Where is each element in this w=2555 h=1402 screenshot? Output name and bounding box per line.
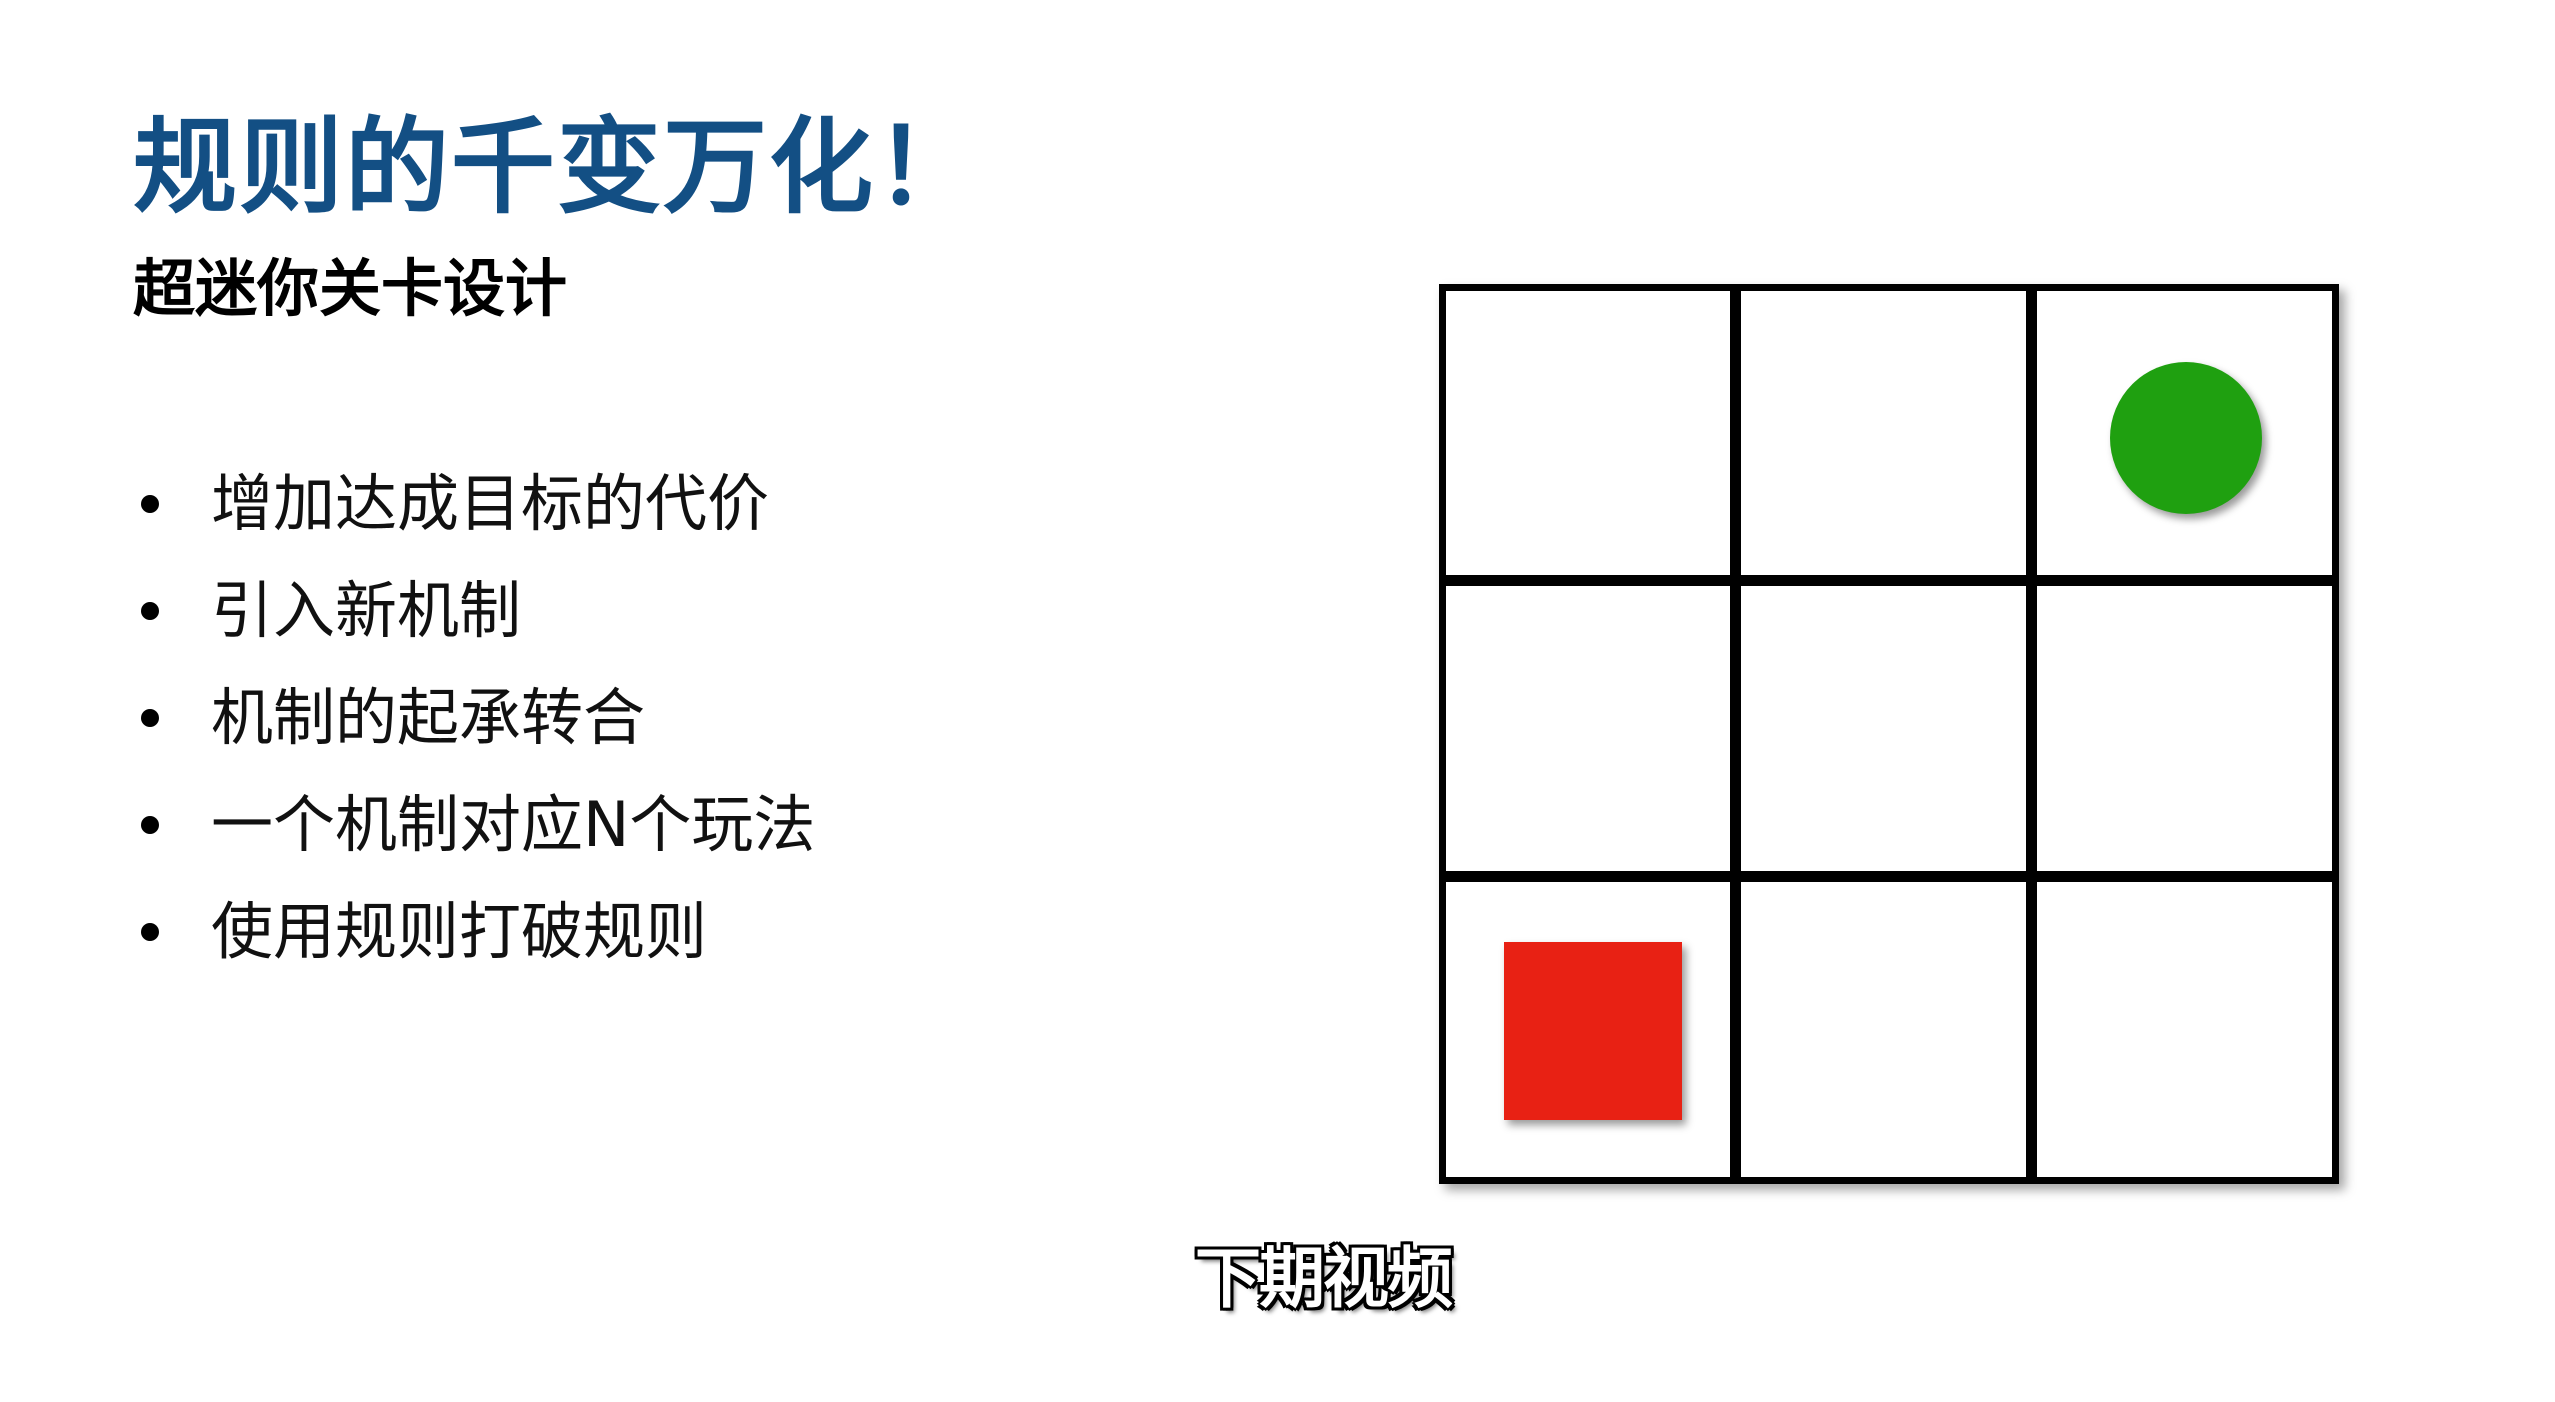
grid-cell-r3-c1: [1446, 881, 1742, 1177]
slide-title: 规则的千变万化！: [133, 106, 982, 228]
bullet-item: 使用规则打破规则: [133, 878, 815, 985]
video-caption: 下期视频: [1195, 1240, 1453, 1317]
grid-cell-r2-c2: [1741, 586, 2037, 882]
bullet-dot-icon: [141, 601, 159, 620]
slide-subtitle: 超迷你关卡设计: [133, 252, 568, 325]
bullet-dot-icon: [141, 815, 159, 834]
bullet-item: 增加达成目标的代价: [133, 450, 815, 557]
bullet-text: 一个机制对应N个玩法: [211, 787, 816, 861]
player-square-icon: [1504, 941, 1682, 1120]
grid-cell-r2-c1: [1446, 586, 1742, 882]
grid-cell-r1-c1: [1446, 291, 1742, 587]
bullet-dot-icon: [141, 708, 159, 727]
bullet-text: 增加达成目标的代价: [211, 466, 770, 540]
bullet-dot-icon: [141, 494, 159, 513]
goal-circle-icon: [2109, 362, 2262, 514]
bullet-text: 使用规则打破规则: [211, 894, 708, 968]
grid-cell-r1-c3: [2036, 291, 2332, 587]
bullet-text: 机制的起承转合: [211, 680, 646, 754]
bullet-list: 增加达成目标的代价 引入新机制 机制的起承转合 一个机制对应N个玩法 使用规则打…: [133, 450, 815, 985]
bullet-text: 引入新机制: [211, 573, 522, 647]
grid-cell-r2-c3: [2036, 586, 2332, 882]
grid-cell-r3-c2: [1741, 881, 2037, 1177]
grid-cell-r3-c3: [2036, 881, 2332, 1177]
level-grid: [1439, 284, 2339, 1184]
grid-cell-r1-c2: [1741, 291, 2037, 587]
bullet-item: 一个机制对应N个玩法: [133, 771, 815, 878]
bullet-item: 引入新机制: [133, 557, 815, 664]
bullet-item: 机制的起承转合: [133, 664, 815, 771]
bullet-dot-icon: [141, 922, 159, 941]
